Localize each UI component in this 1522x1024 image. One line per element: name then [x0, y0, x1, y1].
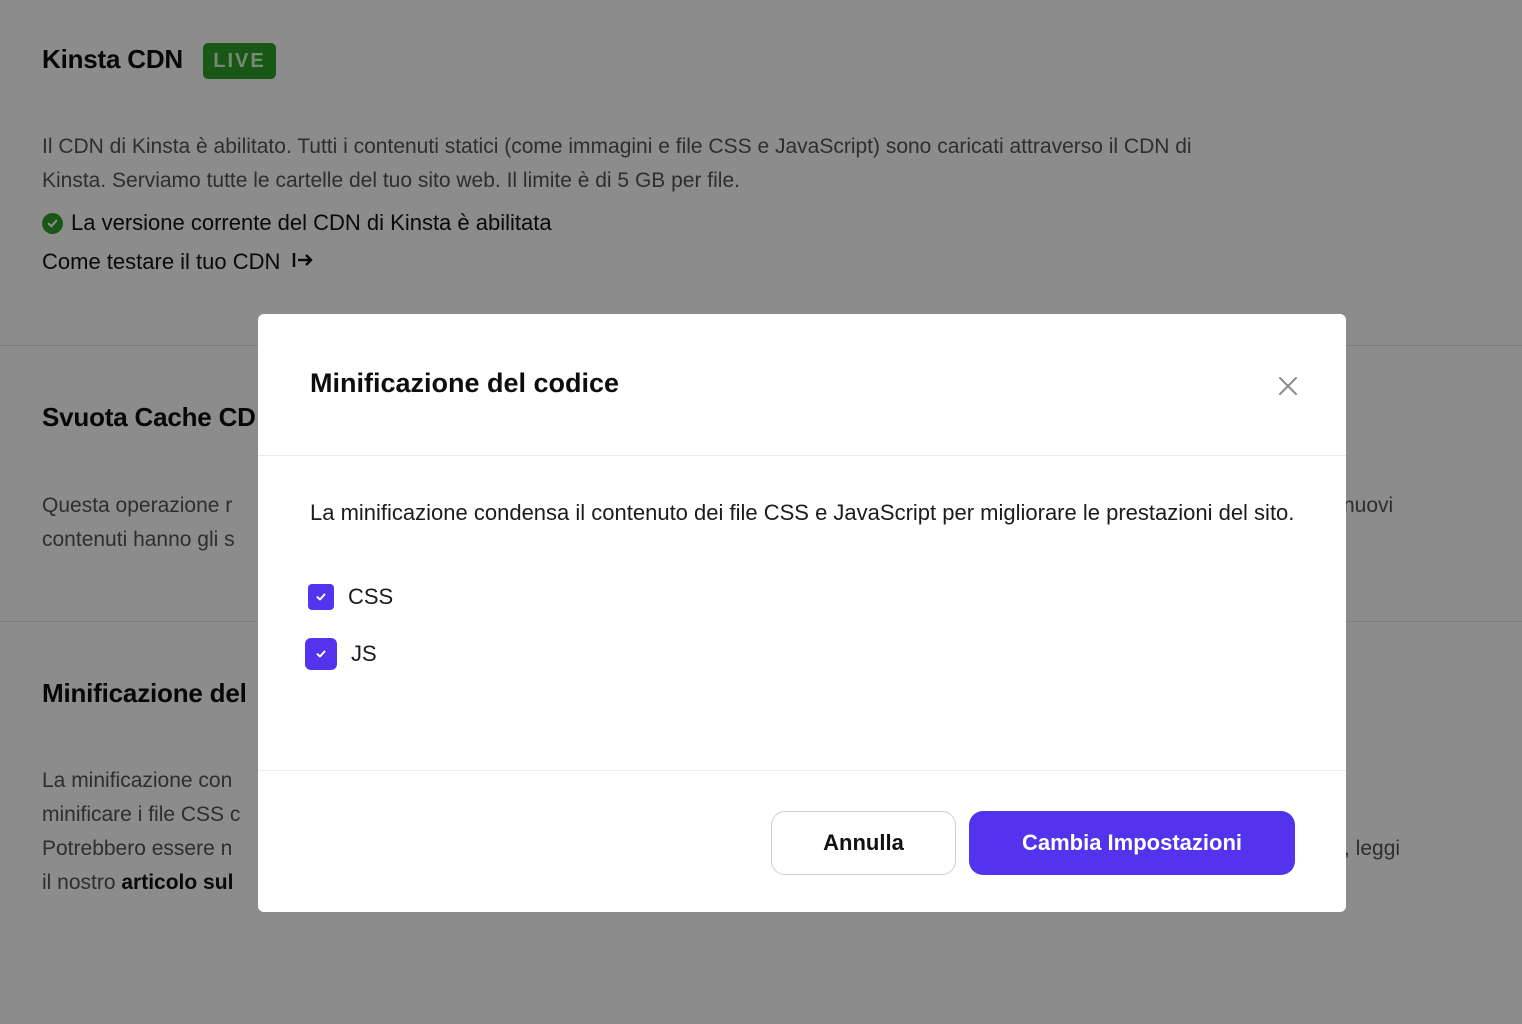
css-label: CSS	[348, 584, 394, 609]
css-option[interactable]: CSS	[308, 584, 393, 610]
modal-description: La minificazione condensa il contenuto d…	[310, 500, 1295, 525]
check-icon	[316, 650, 326, 658]
change-settings-button[interactable]: Cambia Impostazioni	[969, 811, 1295, 875]
css-checkbox[interactable]	[308, 584, 334, 610]
js-option[interactable]: JS	[305, 638, 377, 670]
js-label: JS	[351, 641, 377, 666]
js-checkbox[interactable]	[305, 638, 337, 670]
check-icon	[316, 593, 326, 601]
modal-header: Minificazione del codice	[258, 314, 1346, 456]
minify-modal: Minificazione del codice La minificazion…	[258, 314, 1346, 912]
cancel-button[interactable]: Annulla	[771, 811, 956, 875]
modal-footer: Annulla Cambia Impostazioni	[258, 770, 1346, 912]
close-icon[interactable]	[1276, 374, 1300, 398]
modal-title: Minificazione del codice	[310, 368, 620, 398]
